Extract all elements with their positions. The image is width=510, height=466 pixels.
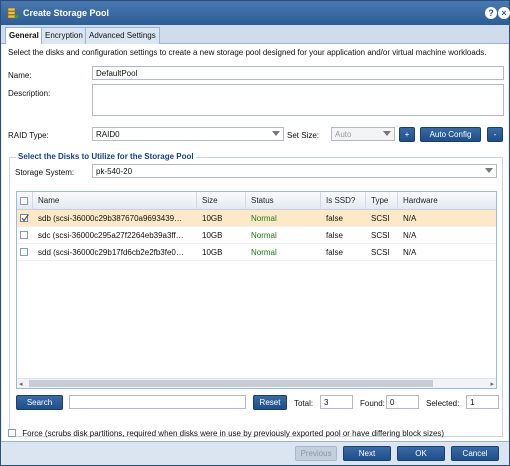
table-row[interactable]: sdd (scsi-36000c29b17fd6cb2e2fb3fe0… 10G… bbox=[17, 244, 496, 261]
storage-system-value: pk-540-20 bbox=[96, 167, 133, 176]
name-field[interactable]: DefaultPool bbox=[92, 66, 504, 80]
window-title: Create Storage Pool bbox=[23, 8, 110, 18]
ok-button[interactable]: OK bbox=[397, 446, 445, 461]
add-button[interactable]: + bbox=[399, 127, 415, 142]
chevron-down-icon bbox=[272, 131, 280, 136]
horizontal-scrollbar[interactable]: ◂ ▸ bbox=[17, 378, 496, 388]
found-label: Found: bbox=[360, 399, 385, 408]
instructions-text: Select the disks and configuration setti… bbox=[8, 48, 487, 57]
disk-is-ssd: false bbox=[326, 214, 343, 223]
close-icon[interactable]: × bbox=[498, 7, 510, 19]
set-size-select[interactable]: Auto bbox=[331, 127, 395, 141]
tab-bar: General Encryption Advanced Settings bbox=[1, 25, 509, 45]
scroll-left-icon[interactable]: ◂ bbox=[19, 380, 23, 388]
disk-size: 10GB bbox=[202, 231, 223, 240]
disk-is-ssd: false bbox=[326, 248, 343, 257]
remove-button[interactable]: - bbox=[487, 127, 503, 142]
disk-selection-legend: Select the Disks to Utilize for the Stor… bbox=[16, 152, 196, 161]
auto-config-button[interactable]: Auto Config bbox=[420, 127, 481, 142]
disk-status: Normal bbox=[251, 214, 277, 223]
tab-general[interactable]: General bbox=[5, 27, 43, 45]
column-header-type[interactable]: Type bbox=[366, 192, 398, 210]
disk-type: SCSI bbox=[371, 231, 390, 240]
disks-grid: Name Size Status Is SSD? Type Hardware s… bbox=[16, 191, 497, 389]
scroll-right-icon[interactable]: ▸ bbox=[490, 380, 494, 388]
column-header-name[interactable]: Name bbox=[33, 192, 197, 210]
row-checkbox[interactable] bbox=[20, 231, 28, 239]
total-label: Total: bbox=[294, 399, 314, 408]
create-storage-pool-dialog: Create Storage Pool ? × General Encrypti… bbox=[0, 0, 510, 466]
next-button[interactable]: Next bbox=[343, 446, 391, 461]
table-row[interactable]: sdb (scsi-36000c29b387670a9693439… 10GB … bbox=[17, 210, 496, 227]
cancel-button[interactable]: Cancel bbox=[451, 446, 499, 461]
set-size-label: Set Size: bbox=[287, 131, 320, 140]
disk-hardware: N/A bbox=[403, 231, 417, 240]
chevron-down-icon bbox=[485, 168, 493, 173]
disk-type: SCSI bbox=[371, 214, 390, 223]
select-all-header[interactable] bbox=[17, 192, 33, 210]
force-label: Force (scrubs disk partitions, required … bbox=[22, 429, 445, 438]
reset-button[interactable]: Reset bbox=[253, 395, 287, 410]
raid-type-value: RAID0 bbox=[96, 130, 120, 139]
disk-hardware: N/A bbox=[403, 214, 417, 223]
disk-name: sdb (scsi-36000c29b387670a9693439… bbox=[38, 214, 183, 223]
storage-pool-icon bbox=[7, 7, 19, 19]
search-button[interactable]: Search bbox=[16, 395, 63, 410]
force-row[interactable]: Force (scrubs disk partitions, required … bbox=[8, 428, 445, 438]
selected-label: Selected: bbox=[426, 399, 460, 408]
checkmark-icon bbox=[21, 214, 29, 222]
dialog-footer: Previous Next OK Cancel bbox=[1, 441, 509, 465]
force-checkbox[interactable] bbox=[8, 428, 16, 437]
selected-field: 1 bbox=[466, 395, 499, 409]
disk-is-ssd: false bbox=[326, 231, 343, 240]
name-label: Name: bbox=[8, 71, 32, 80]
raid-type-select[interactable]: RAID0 bbox=[92, 127, 284, 141]
select-all-checkbox[interactable] bbox=[20, 197, 28, 205]
description-field[interactable] bbox=[92, 84, 504, 116]
storage-system-select[interactable]: pk-540-20 bbox=[92, 164, 497, 178]
storage-system-label: Storage System: bbox=[15, 168, 75, 177]
disk-name: sdd (scsi-36000c29b17fd6cb2e2fb3fe0… bbox=[38, 248, 184, 257]
row-checkbox[interactable] bbox=[20, 214, 29, 222]
row-checkbox[interactable] bbox=[20, 248, 28, 256]
disk-status: Normal bbox=[251, 231, 277, 240]
set-size-value: Auto bbox=[335, 130, 352, 139]
tab-advanced-settings[interactable]: Advanced Settings bbox=[85, 27, 160, 44]
total-field: 3 bbox=[320, 395, 353, 409]
search-input[interactable] bbox=[69, 395, 246, 409]
raid-type-label: RAID Type: bbox=[8, 131, 49, 140]
scrollbar-thumb[interactable] bbox=[29, 380, 433, 387]
column-header-hardware[interactable]: Hardware bbox=[398, 192, 496, 210]
found-field: 0 bbox=[386, 395, 419, 409]
chevron-down-icon bbox=[383, 131, 391, 136]
tab-encryption[interactable]: Encryption bbox=[41, 27, 87, 44]
disk-type: SCSI bbox=[371, 248, 390, 257]
disk-status: Normal bbox=[251, 248, 277, 257]
description-label: Description: bbox=[8, 89, 51, 98]
disk-hardware: N/A bbox=[403, 248, 417, 257]
disk-name: sdc (scsi-36000c295a27f2264eb39a3ff… bbox=[38, 231, 184, 240]
disk-size: 10GB bbox=[202, 248, 223, 257]
title-bar[interactable]: Create Storage Pool ? × bbox=[1, 1, 510, 25]
previous-button[interactable]: Previous bbox=[295, 446, 337, 461]
column-header-is-ssd[interactable]: Is SSD? bbox=[321, 192, 366, 210]
table-row[interactable]: sdc (scsi-36000c295a27f2264eb39a3ff… 10G… bbox=[17, 227, 496, 244]
column-header-size[interactable]: Size bbox=[197, 192, 246, 210]
grid-header: Name Size Status Is SSD? Type Hardware bbox=[17, 192, 496, 210]
disk-size: 10GB bbox=[202, 214, 223, 223]
help-icon[interactable]: ? bbox=[485, 7, 497, 19]
column-header-status[interactable]: Status bbox=[246, 192, 321, 210]
